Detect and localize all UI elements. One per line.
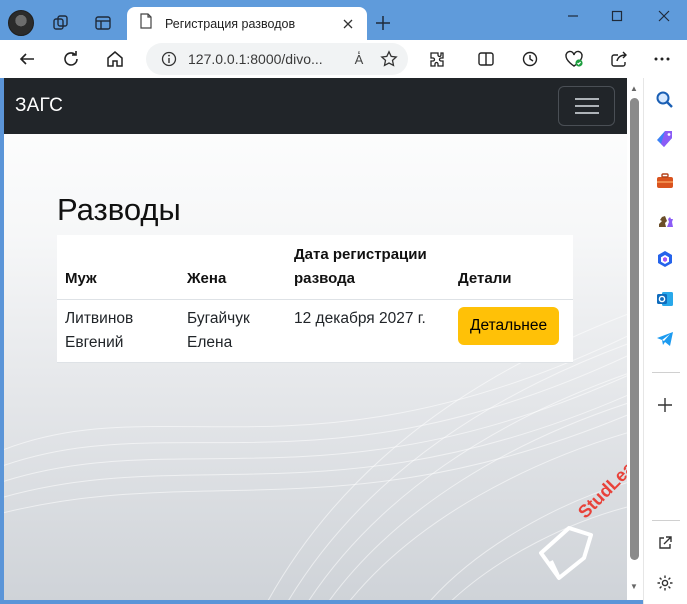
add-icon[interactable]: [654, 394, 676, 416]
close-window-icon[interactable]: [652, 6, 676, 26]
site-brand[interactable]: ЗАГС: [15, 95, 63, 117]
scroll-up-icon[interactable]: ▲: [630, 84, 638, 93]
refresh-icon[interactable]: [59, 47, 83, 71]
scroll-down-icon[interactable]: ▼: [630, 582, 638, 591]
close-tab-icon[interactable]: [335, 11, 361, 37]
edge-sidebar: [643, 78, 687, 604]
table-header-row: Муж Жена Дата регистрации развода Детали: [57, 235, 573, 300]
page-title: Разводы: [57, 192, 181, 227]
telegram-icon[interactable]: [654, 328, 676, 350]
new-tab-icon[interactable]: [372, 12, 394, 34]
page-viewport: ЗАГС Разводы Муж Жена Дата регистрации р…: [4, 78, 627, 600]
history-icon[interactable]: [518, 47, 542, 71]
settings-icon[interactable]: [654, 572, 676, 594]
workspaces-icon[interactable]: [50, 12, 72, 34]
divorces-table: Муж Жена Дата регистрации развода Детали…: [57, 235, 573, 363]
search-icon[interactable]: [654, 89, 676, 111]
site-navbar: ЗАГС: [4, 78, 627, 134]
date-cell: 12 декабря 2027 г.: [286, 299, 450, 363]
column-header-details: Детали: [450, 235, 573, 300]
site-info-icon[interactable]: [160, 50, 178, 68]
details-cell: Детальнее: [450, 299, 573, 363]
maximize-icon[interactable]: [605, 6, 629, 26]
split-screen-icon[interactable]: [474, 47, 498, 71]
details-button[interactable]: Детальнее: [458, 307, 560, 345]
outlook-icon[interactable]: [654, 288, 676, 310]
more-options-icon[interactable]: [650, 47, 674, 71]
back-icon[interactable]: [15, 47, 39, 71]
briefcase-icon[interactable]: [654, 170, 676, 192]
browser-essentials-icon[interactable]: [562, 47, 586, 71]
favorite-star-icon[interactable]: [378, 48, 400, 70]
profile-avatar[interactable]: [8, 10, 34, 36]
scroll-thumb[interactable]: [630, 98, 639, 560]
wife-cell: Бугайчук Елена: [179, 299, 286, 363]
navbar-toggler-button[interactable]: [558, 86, 615, 126]
url-text[interactable]: 127.0.0.1:8000/divo...: [188, 51, 348, 67]
tab-title: Регистрация разводов: [165, 16, 296, 31]
chess-icon[interactable]: [654, 209, 676, 231]
copilot-icon[interactable]: [654, 248, 676, 270]
page-scrollbar[interactable]: ▲ ▼: [627, 78, 643, 600]
tag-icon[interactable]: [654, 128, 676, 150]
studlearn-logo-icon: [539, 526, 593, 580]
tab-actions-icon[interactable]: [92, 12, 114, 34]
share-icon[interactable]: [607, 47, 631, 71]
tab-active[interactable]: Регистрация разводов: [127, 7, 367, 40]
column-header-date: Дата регистрации развода: [286, 235, 450, 300]
extensions-icon[interactable]: [425, 47, 449, 71]
table-row: Литвинов Евгений Бугайчук Елена 12 декаб…: [57, 299, 573, 363]
page-icon: [139, 13, 153, 34]
minimize-icon[interactable]: [561, 6, 585, 26]
sidebar-divider-bottom: [652, 520, 680, 521]
column-header-husband: Муж: [57, 235, 179, 300]
read-aloud-icon[interactable]: A̒: [348, 48, 370, 70]
external-link-icon[interactable]: [654, 532, 676, 554]
husband-cell: Литвинов Евгений: [57, 299, 179, 363]
address-bar[interactable]: 127.0.0.1:8000/divo... A̒: [146, 43, 408, 75]
sidebar-divider: [652, 372, 680, 373]
browser-titlebar: Регистрация разводов: [0, 0, 687, 40]
column-header-wife: Жена: [179, 235, 286, 300]
menu-icon: [574, 98, 599, 114]
window-bottom-edge: [0, 600, 643, 604]
browser-toolbar: 127.0.0.1:8000/divo... A̒: [0, 40, 687, 78]
home-icon[interactable]: [103, 47, 127, 71]
